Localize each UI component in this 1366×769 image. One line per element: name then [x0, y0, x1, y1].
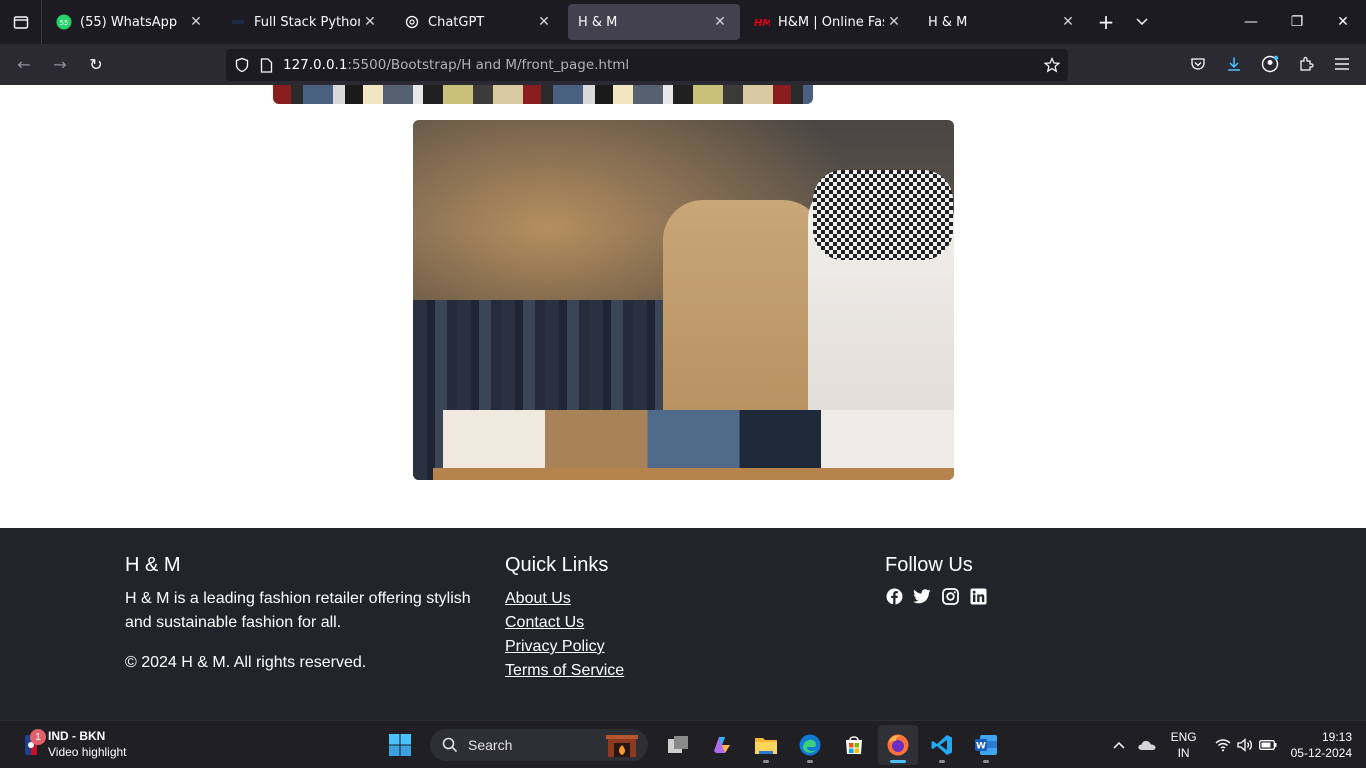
wifi-icon[interactable] [1215, 738, 1231, 752]
restore-icon[interactable]: ❐ [1274, 14, 1320, 30]
extensions-icon[interactable] [1288, 48, 1324, 80]
tab-h-and-m[interactable]: H & M ✕ [918, 4, 1088, 40]
facebook-icon[interactable] [885, 587, 903, 605]
reload-icon[interactable]: ↻ [78, 49, 114, 81]
store-interior-image [413, 120, 954, 480]
tab-list-icon [13, 16, 28, 29]
url-bar[interactable]: 127.0.0.1:5500/Bootstrap/H and M/front_p… [226, 49, 1068, 81]
tab-title: Full Stack Python-Djan [254, 14, 360, 30]
close-icon[interactable]: ✕ [186, 14, 206, 30]
copilot-icon[interactable] [702, 725, 742, 765]
contact-us-link[interactable]: Contact Us [505, 611, 805, 635]
menu-icon[interactable] [1324, 48, 1360, 80]
twitter-icon[interactable] [913, 587, 931, 605]
taskbar-apps: Search W [380, 725, 1006, 765]
taskbar-search[interactable]: Search [430, 729, 648, 761]
chevron-up-icon[interactable] [1113, 741, 1125, 749]
tab-chatgpt[interactable]: ChatGPT ✕ [394, 4, 564, 40]
close-icon[interactable]: ✕ [534, 14, 554, 30]
tab-title: H & M [578, 14, 618, 30]
close-icon[interactable]: ✕ [360, 14, 380, 30]
firefox-icon[interactable] [878, 725, 918, 765]
pocket-icon[interactable] [1180, 48, 1216, 80]
hm-logo-icon: HM [754, 14, 770, 30]
windows-taskbar: 1 IND - BKN Video highlight Search W ENG… [0, 720, 1366, 768]
shield-icon[interactable] [234, 57, 250, 73]
clock-time: 19:13 [1321, 730, 1352, 744]
tab-h-and-m-active[interactable]: H & M ✕ [568, 4, 740, 40]
onedrive-cloud-icon[interactable] [1137, 739, 1157, 751]
search-icon [442, 737, 458, 753]
close-icon[interactable]: ✕ [884, 14, 904, 30]
microsoft-store-icon[interactable] [834, 725, 874, 765]
volume-icon[interactable] [1236, 738, 1253, 752]
close-icon[interactable]: ✕ [1058, 14, 1078, 30]
page-icon [260, 57, 273, 73]
bookmark-star-icon[interactable] [1044, 57, 1060, 73]
footer-brand-column: H & M H & M is a leading fashion retaile… [125, 554, 485, 675]
tab-title: H & M [928, 14, 968, 30]
tab-hm-online[interactable]: HM H&M | Online Fashion ✕ [744, 4, 914, 40]
clothing-rack-image [273, 85, 813, 104]
word-icon[interactable]: W [966, 725, 1006, 765]
footer-quick-links-column: Quick Links About Us Contact Us Privacy … [505, 554, 805, 683]
fireplace-icon [606, 733, 638, 757]
account-icon[interactable] [1252, 48, 1288, 80]
terms-of-service-link[interactable]: Terms of Service [505, 659, 805, 683]
minimize-icon[interactable]: — [1228, 14, 1274, 30]
chatgpt-icon [404, 14, 420, 30]
nba-logo-icon: 1 [22, 729, 46, 757]
tab-bar: 55 (55) WhatsApp ✕ Full Stack Python-Dja… [0, 0, 1366, 44]
news-widget[interactable]: 1 IND - BKN Video highlight [22, 728, 127, 760]
follow-us-title: Follow Us [885, 554, 973, 576]
social-links [885, 587, 1185, 605]
tab-title: H&M | Online Fashion [778, 14, 884, 30]
web-page: H & M H & M is a leading fashion retaile… [0, 85, 1366, 720]
linkedin-icon[interactable] [969, 587, 987, 605]
svg-text:HM: HM [754, 18, 770, 28]
tab-full-stack[interactable]: Full Stack Python-Djan ✕ [220, 4, 390, 40]
notification-badge: 1 [30, 729, 46, 745]
input-language[interactable]: ENG IN [1171, 729, 1197, 761]
footer-follow-column: Follow Us [885, 554, 1185, 605]
close-window-icon[interactable]: ✕ [1320, 14, 1366, 30]
windows-start-icon[interactable] [380, 725, 420, 765]
chevron-down-icon[interactable] [1124, 18, 1160, 26]
site-favicon-icon [230, 14, 246, 30]
tab-whatsapp[interactable]: 55 (55) WhatsApp ✕ [46, 4, 216, 40]
system-tray: ENG IN 19:13 05-12-2024 [1113, 721, 1352, 769]
footer-brand-title: H & M [125, 554, 181, 576]
tab-title: (55) WhatsApp [80, 14, 178, 30]
instagram-icon[interactable] [941, 587, 959, 605]
svg-text:W: W [976, 742, 986, 752]
close-icon[interactable]: ✕ [710, 14, 730, 30]
window-controls: — ❐ ✕ [1228, 14, 1366, 30]
about-us-link[interactable]: About Us [505, 587, 805, 611]
navigation-bar: ← → ↻ 127.0.0.1:5500/Bootstrap/H and M/f… [0, 44, 1366, 85]
footer: H & M H & M is a leading fashion retaile… [0, 528, 1366, 720]
footer-copyright: © 2024 H & M. All rights reserved. [125, 654, 367, 671]
tab-list-button[interactable] [0, 0, 42, 44]
vscode-icon[interactable] [922, 725, 962, 765]
url-text[interactable]: 127.0.0.1:5500/Bootstrap/H and M/front_p… [283, 57, 629, 73]
back-arrow-icon[interactable]: ← [6, 49, 42, 81]
quick-links-title: Quick Links [505, 554, 609, 576]
widget-subline: Video highlight [48, 745, 127, 759]
battery-icon[interactable] [1258, 740, 1277, 750]
clock-date: 05-12-2024 [1290, 746, 1352, 760]
download-icon[interactable] [1216, 48, 1252, 80]
footer-description: H & M is a leading fashion retailer offe… [125, 590, 471, 631]
search-label: Search [468, 737, 513, 753]
whatsapp-icon: 55 [56, 14, 72, 30]
task-view-icon[interactable] [658, 725, 698, 765]
forward-arrow-icon[interactable]: → [42, 49, 78, 81]
edge-browser-icon[interactable] [790, 725, 830, 765]
svg-text:55: 55 [60, 19, 69, 27]
new-tab-icon[interactable]: + [1088, 10, 1124, 34]
privacy-policy-link[interactable]: Privacy Policy [505, 635, 805, 659]
file-explorer-icon[interactable] [746, 725, 786, 765]
tab-title: ChatGPT [428, 14, 485, 30]
clock[interactable]: 19:13 05-12-2024 [1291, 729, 1352, 761]
widget-headline: IND - BKN [48, 729, 106, 743]
